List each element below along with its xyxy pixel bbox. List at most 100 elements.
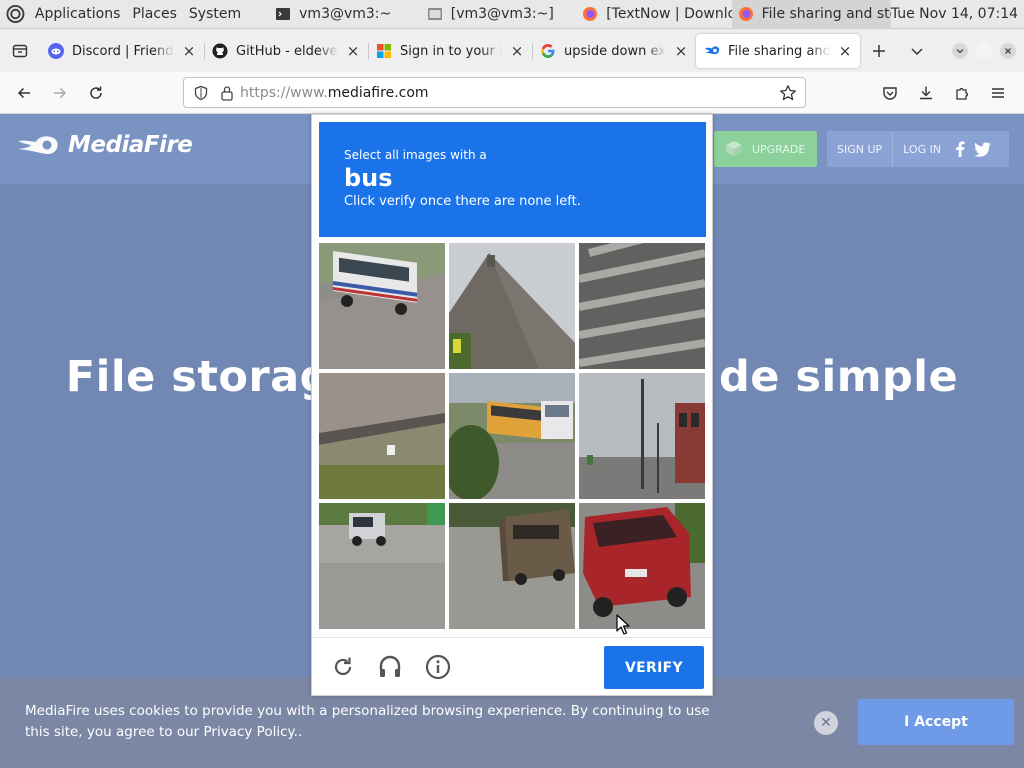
pocket-button[interactable]	[872, 77, 908, 109]
tile-image-school-bus-trucks	[449, 373, 575, 499]
arrow-right-icon	[54, 87, 67, 98]
captcha-tile-4[interactable]	[319, 373, 445, 499]
list-all-tabs-button[interactable]	[898, 34, 936, 68]
firefox-view-button[interactable]	[0, 30, 40, 72]
close-icon	[1005, 48, 1011, 54]
signup-link[interactable]: SIGN UP	[827, 131, 892, 167]
github-icon	[212, 43, 228, 59]
tile-image-curb-grass	[319, 373, 445, 499]
extensions-button[interactable]	[944, 77, 980, 109]
captcha-tile-7[interactable]	[319, 503, 445, 629]
tile-image-bus-on-road	[319, 243, 445, 369]
captcha-reload-button[interactable]	[328, 652, 358, 682]
captcha-tile-3[interactable]	[579, 243, 705, 369]
terminal-icon	[276, 8, 291, 20]
applications-menu-icon[interactable]	[6, 4, 25, 24]
tab-close-icon[interactable]: ×	[838, 44, 852, 59]
mediafire-logo[interactable]: MediaFire	[18, 132, 193, 158]
applications-menu[interactable]: Applications	[29, 6, 127, 22]
tab-close-icon[interactable]: ×	[510, 44, 524, 59]
captcha-tile-2[interactable]	[449, 243, 575, 369]
tab-label: Discord | Friends	[72, 43, 174, 59]
captcha-tile-9[interactable]	[579, 503, 705, 629]
system-top-panel: Applications Places System vm3@vm3:~ [vm…	[0, 0, 1024, 29]
taskbar-item-label: File sharing and sto...	[761, 6, 891, 22]
chevron-down-icon	[956, 49, 964, 54]
firefox-view-icon	[12, 44, 28, 58]
tab-discord[interactable]: Discord | Friends ×	[40, 34, 204, 68]
app-menu-button[interactable]	[980, 77, 1016, 109]
tile-image-roof	[449, 243, 575, 369]
twitter-icon[interactable]	[973, 141, 991, 157]
info-icon	[425, 654, 451, 680]
url-domain: mediafire.com	[327, 84, 429, 101]
login-link[interactable]: LOG IN	[892, 131, 951, 167]
url-text[interactable]: https://www.mediafire.com	[240, 85, 773, 101]
accept-cookies-button[interactable]: I Accept	[858, 699, 1014, 745]
firefox-icon	[583, 7, 598, 21]
captcha-tile-5[interactable]	[449, 373, 575, 499]
mediafire-flame-icon	[18, 136, 58, 154]
tab-github[interactable]: GitHub - eldeveloper ×	[204, 34, 368, 68]
discord-icon	[48, 43, 64, 59]
places-menu[interactable]: Places	[126, 6, 183, 22]
captcha-verify-button[interactable]: VERIFY	[604, 646, 704, 689]
cookie-message: MediaFire uses cookies to provide you wi…	[25, 703, 710, 740]
reload-button[interactable]	[78, 77, 114, 109]
tab-close-icon[interactable]: ×	[182, 44, 196, 59]
hero-headline-left: File storag	[65, 352, 331, 402]
tab-microsoft[interactable]: Sign in to your Microsoft ×	[368, 34, 532, 68]
headphones-icon	[379, 655, 401, 677]
tab-google[interactable]: upside down exercise ×	[532, 34, 696, 68]
tile-image-rv-trailer	[449, 503, 575, 629]
puzzle-icon	[956, 87, 969, 100]
facebook-icon[interactable]	[955, 141, 965, 157]
microsoft-icon	[377, 44, 391, 58]
window-close-button[interactable]	[1000, 43, 1016, 59]
new-tab-button[interactable]	[860, 34, 898, 68]
google-icon	[541, 44, 555, 58]
captcha-help-button[interactable]	[423, 652, 453, 682]
taskbar-item-label: vm3@vm3:~	[299, 6, 392, 22]
upgrade-label: UPGRADE	[752, 142, 806, 156]
captcha-instruction-small: Select all images with a	[344, 148, 487, 162]
cookie-close-button[interactable]: ✕	[814, 711, 838, 735]
download-icon	[920, 86, 932, 100]
tab-label: File sharing and storage	[728, 43, 830, 59]
clock[interactable]: Tue Nov 14, 07:14	[891, 6, 1024, 22]
url-prefix: https://www.	[240, 84, 328, 101]
captcha-footer: VERIFY	[312, 637, 712, 697]
tracking-protection-shield-icon[interactable]	[186, 78, 216, 108]
tile-image-crosswalk	[579, 243, 705, 369]
taskbar-item-firefox-mediafire[interactable]: File sharing and sto...	[731, 0, 891, 29]
tab-mediafire[interactable]: File sharing and storage ×	[696, 34, 860, 68]
captcha-tile-8[interactable]	[449, 503, 575, 629]
forward-button[interactable]	[42, 77, 78, 109]
reload-icon	[334, 657, 352, 676]
window-minimize-button[interactable]	[952, 43, 968, 59]
terminal-icon	[427, 8, 442, 20]
downloads-button[interactable]	[908, 77, 944, 109]
captcha-image-grid	[319, 243, 707, 631]
tab-close-icon[interactable]: ×	[346, 44, 360, 59]
upgrade-box-icon	[726, 141, 742, 156]
tile-image-parked-vehicles	[319, 503, 445, 629]
address-bar[interactable]: https://www.mediafire.com	[183, 77, 806, 108]
plus-icon	[873, 45, 885, 57]
captcha-audio-button[interactable]	[375, 652, 405, 682]
taskbar-item-firefox-textnow[interactable]: [TextNow | Downlo...	[576, 0, 732, 29]
window-maximize-button[interactable]	[976, 43, 992, 59]
pocket-icon	[883, 87, 897, 100]
lock-icon[interactable]	[216, 78, 238, 108]
tile-image-red-suv	[579, 503, 705, 629]
captcha-tile-1[interactable]	[319, 243, 445, 369]
captcha-tile-6[interactable]	[579, 373, 705, 499]
tab-close-icon[interactable]: ×	[674, 44, 688, 59]
system-menu[interactable]: System	[183, 6, 247, 22]
upgrade-button[interactable]: UPGRADE	[714, 131, 817, 167]
taskbar-item-terminal-2[interactable]: [vm3@vm3:~]	[421, 0, 576, 29]
back-button[interactable]	[6, 77, 42, 109]
bookmark-star-icon[interactable]	[773, 78, 803, 108]
taskbar-item-terminal-1[interactable]: vm3@vm3:~	[269, 0, 421, 29]
mediafire-logo-text: MediaFire	[68, 132, 193, 158]
